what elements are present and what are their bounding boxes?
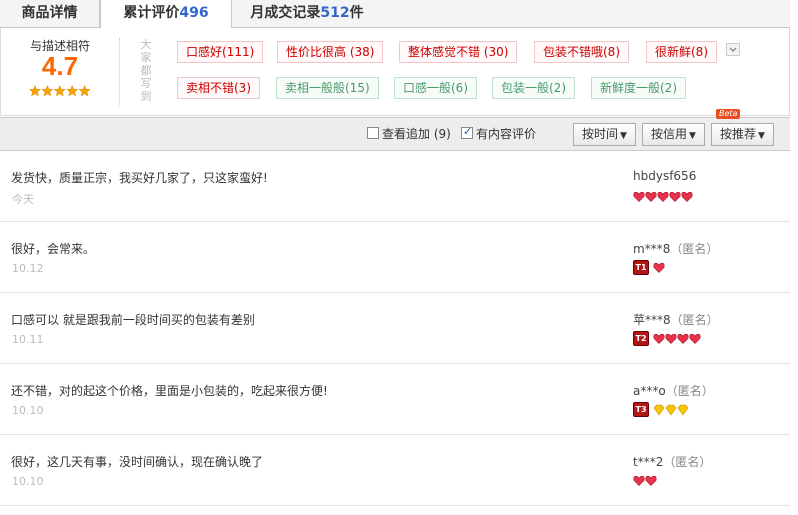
tag-positive[interactable]: 口感好(111) — [177, 41, 264, 63]
tag-neutral[interactable]: 口感一般(6) — [394, 77, 477, 99]
vip-level-icon: T3 — [633, 402, 649, 417]
tag-positive[interactable]: 整体感觉不错 (30) — [399, 41, 518, 63]
star-icon — [66, 85, 79, 97]
reviewer-id: hbdysf656 — [633, 169, 697, 183]
vip-level-icon: T1 — [633, 260, 649, 275]
reviewer-id: 苹***8 — [633, 313, 671, 327]
tab-reviews[interactable]: 累计评价496 — [100, 0, 232, 29]
heart-rank-icon — [653, 262, 665, 273]
review-content: 口感可以 就是跟我前一段时间买的包装有差别 — [11, 313, 255, 327]
review-date: 今天 — [12, 193, 34, 206]
star-rating — [29, 85, 91, 97]
sort-label: 按时间 — [582, 127, 619, 141]
append-filter[interactable]: 查看追加 (9) — [367, 127, 457, 141]
reviewer-name[interactable]: 苹***8（匿名） — [633, 311, 719, 328]
tab-product-detail[interactable]: 商品详情 — [0, 0, 100, 28]
star-icon — [78, 85, 91, 97]
expand-tags-button[interactable] — [726, 43, 740, 56]
rating-summary: 与描述相符 4.7 大家都写到 口感好(111) 性价比很高 (38) 整体感觉… — [0, 28, 790, 116]
star-icon — [41, 85, 54, 97]
sort-by-recommend-button[interactable]: 按推荐 ▼ — [711, 123, 774, 146]
star-icon — [29, 85, 42, 97]
tag-neutral[interactable]: 卖相一般般(15) — [276, 77, 379, 99]
review-content: 还不错，对的起这个价格，里面是小包装的，吃起来很方便! — [11, 384, 328, 398]
review-content: 很好，这几天有事，没时间确认，现在确认晚了 — [11, 455, 264, 469]
tag-neutral[interactable]: 包装一般(2) — [492, 77, 575, 99]
sort-by-credit-button[interactable]: 按信用 ▼ — [642, 123, 705, 146]
score-box: 与描述相符 4.7 — [1, 28, 119, 116]
tab-monthly-sales[interactable]: 月成交记录512件 — [232, 0, 382, 28]
heart-rank-icon — [633, 475, 657, 486]
vip-level-icon: T2 — [633, 331, 649, 346]
review-content: 很好，会常来。 — [11, 242, 96, 256]
sort-label: 按推荐 — [720, 127, 757, 141]
reviewer-name[interactable]: m***8（匿名） — [633, 240, 718, 257]
anonymous-label: （匿名） — [665, 384, 714, 398]
score-value: 4.7 — [41, 51, 79, 81]
content-label: 有内容评价 — [476, 127, 537, 141]
divider — [119, 38, 120, 106]
review-item: 发货快，质量正宗，我买好几家了，只这家蛮好! 今天 hbdysf656 — [0, 151, 790, 222]
anonymous-label: （匿名） — [663, 455, 712, 469]
tag-positive[interactable]: 包装不错哦(8) — [534, 41, 629, 63]
anonymous-label: （匿名） — [670, 313, 719, 327]
tab-label: 月成交记录 — [250, 5, 321, 21]
reviewer-name[interactable]: hbdysf656 — [633, 169, 696, 183]
arrow-down-icon: ▼ — [620, 131, 627, 141]
arrow-down-icon: ▼ — [758, 131, 765, 141]
reviewer-id: m***8 — [633, 242, 671, 256]
review-date: 10.11 — [12, 333, 44, 346]
filter-toolbar: 查看追加 (9) 有内容评价 按时间▼ 按信用▼ 按推荐▼ Beta — [0, 109, 790, 151]
tag-positive[interactable]: 卖相不错(3) — [177, 77, 260, 99]
beta-badge: Beta — [716, 109, 741, 119]
heart-rank-icon — [653, 333, 701, 344]
chevron-down-icon — [729, 47, 737, 52]
heart-rank-icon — [633, 191, 693, 202]
tab-label: 商品详情 — [21, 5, 78, 21]
review-content: 发货快，质量正宗，我买好几家了，只这家蛮好! — [11, 171, 268, 185]
sort-label: 按信用 — [651, 127, 688, 141]
tag-positive[interactable]: 很新鲜(8) — [646, 41, 717, 63]
append-label: 查看追加 (9) — [382, 127, 451, 141]
tag-neutral[interactable]: 新鲜度一般(2) — [591, 77, 686, 99]
sort-by-time-button[interactable]: 按时间 ▼ — [573, 123, 636, 146]
review-item: 口感可以 就是跟我前一段时间买的包装有差别 10.11 苹***8（匿名） T2 — [0, 293, 790, 364]
append-checkbox[interactable] — [367, 127, 379, 139]
arrow-down-icon: ▼ — [689, 131, 696, 141]
review-tabs: 商品详情 累计评价496 月成交记录512件 — [0, 0, 790, 29]
review-item: 很好，会常来。 10.12 m***8（匿名） T1 — [0, 222, 790, 293]
sales-count: 512 — [320, 5, 350, 21]
anonymous-label: （匿名） — [670, 242, 719, 256]
sales-unit: 件 — [349, 5, 364, 21]
reviewer-id: a***o — [633, 384, 666, 398]
reviewer-name[interactable]: t***2（匿名） — [633, 453, 711, 470]
content-filter[interactable]: 有内容评价 — [461, 125, 551, 141]
review-item: 很好，这几天有事，没时间确认，现在确认晚了 10.10 t***2（匿名） — [0, 435, 790, 506]
star-icon — [53, 85, 66, 97]
review-date: 10.12 — [12, 262, 44, 275]
review-count: 496 — [179, 5, 209, 21]
review-item: 还不错，对的起这个价格，里面是小包装的，吃起来很方便! 10.10 a***o（… — [0, 364, 790, 435]
review-date: 10.10 — [12, 404, 44, 417]
tag-positive[interactable]: 性价比很高 (38) — [277, 41, 384, 63]
content-checkbox[interactable] — [461, 125, 473, 139]
tags-heading: 大家都写到 — [140, 38, 152, 103]
tab-label: 累计评价 — [123, 5, 180, 21]
reviewer-id: t***2 — [633, 455, 664, 469]
review-date: 10.10 — [12, 475, 44, 488]
diamond-rank-icon — [653, 404, 689, 416]
reviewer-name[interactable]: a***o（匿名） — [633, 382, 714, 399]
